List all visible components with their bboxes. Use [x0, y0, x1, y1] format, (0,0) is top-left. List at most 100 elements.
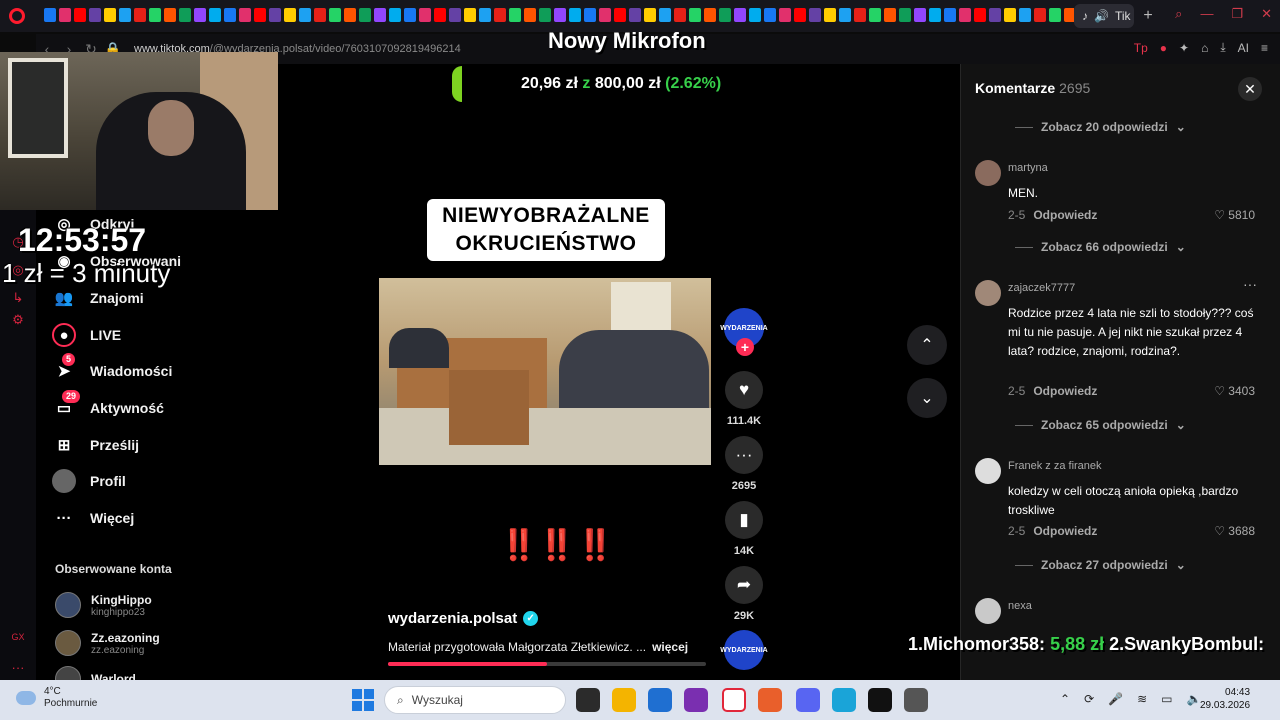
tab-favicon-icon[interactable]: [1049, 8, 1061, 22]
comment-user[interactable]: Franek z za firanek: [1008, 460, 1102, 472]
tab-favicon-icon[interactable]: [59, 8, 71, 22]
tab-favicon-icon[interactable]: [734, 8, 746, 22]
comment-action[interactable]: ··· 2695: [724, 436, 764, 492]
nav-more[interactable]: ··· Więcej: [52, 503, 135, 533]
tab-favicon-icon[interactable]: [1034, 8, 1046, 22]
comment-likes[interactable]: ♡ 3688: [1214, 524, 1255, 538]
save-action[interactable]: ▮ 14K: [724, 501, 764, 557]
tab-favicon-icon[interactable]: [584, 8, 596, 22]
file-explorer-icon[interactable]: [612, 688, 636, 712]
previous-video-button[interactable]: ⌃: [907, 325, 947, 365]
tab-favicon-icon[interactable]: [764, 8, 776, 22]
tab-favicon-icon[interactable]: [329, 8, 341, 22]
share-icon[interactable]: ➦: [725, 566, 763, 604]
tab-favicon-icon[interactable]: [434, 8, 446, 22]
wifi-icon[interactable]: ≋: [1137, 692, 1147, 706]
windows-start-icon[interactable]: [352, 689, 374, 711]
puzzle-icon[interactable]: ✦: [1179, 41, 1189, 55]
more-link[interactable]: więcej: [652, 640, 688, 654]
view-replies-button[interactable]: Zobacz 65 odpowiedzi ⌄: [1015, 418, 1186, 432]
tab-favicon-icon[interactable]: [479, 8, 491, 22]
tab-favicon-icon[interactable]: [239, 8, 251, 22]
rail-more-icon[interactable]: ···: [10, 660, 26, 676]
tab-favicon-icon[interactable]: [884, 8, 896, 22]
sync-icon[interactable]: ⟳: [1084, 692, 1094, 706]
new-tab-button[interactable]: +: [1138, 6, 1158, 26]
app-icon[interactable]: [868, 688, 892, 712]
comment-likes[interactable]: ♡ 5810: [1214, 208, 1255, 222]
app-icon[interactable]: [758, 688, 782, 712]
tab-favicon-icon[interactable]: [824, 8, 836, 22]
tab-favicon-icon[interactable]: [974, 8, 986, 22]
tab-favicon-icon[interactable]: [269, 8, 281, 22]
view-replies-button[interactable]: Zobacz 20 odpowiedzi ⌄: [1015, 120, 1186, 134]
tab-favicon-icon[interactable]: [524, 8, 536, 22]
tab-favicon-icon[interactable]: [704, 8, 716, 22]
video-progress-bar[interactable]: [388, 662, 706, 666]
tab-favicon-icon[interactable]: [929, 8, 941, 22]
tab-favicon-icon[interactable]: [719, 8, 731, 22]
tab-favicon-icon[interactable]: [389, 8, 401, 22]
tab-favicon-icon[interactable]: [464, 8, 476, 22]
tab-favicon-icon[interactable]: [869, 8, 881, 22]
bookmark-icon[interactable]: ▮: [725, 501, 763, 539]
download-icon[interactable]: ⤓: [1220, 40, 1225, 55]
sound-avatar-button[interactable]: WYDARZENIA: [720, 630, 768, 670]
share-action[interactable]: ➦ 29K: [724, 566, 764, 622]
like-action[interactable]: ♥ 111.4K: [724, 371, 764, 427]
tab-favicon-icon[interactable]: [89, 8, 101, 22]
tab-favicon-icon[interactable]: [134, 8, 146, 22]
discord-icon[interactable]: [796, 688, 820, 712]
nav-activity[interactable]: ▭ 29 Aktywność: [52, 390, 164, 423]
adblock-icon[interactable]: ●: [1160, 41, 1167, 55]
close-comments-button[interactable]: ✕: [1238, 77, 1262, 101]
tab-favicon-icon[interactable]: [839, 8, 851, 22]
tab-favicon-icon[interactable]: [659, 8, 671, 22]
settings-icon[interactable]: ⚙: [10, 312, 26, 328]
tab-favicon-icon[interactable]: [419, 8, 431, 22]
arrow-icon[interactable]: ↳: [10, 290, 26, 306]
tab-favicon-icon[interactable]: [314, 8, 326, 22]
taskbar-search[interactable]: ⌕ Wyszukaj: [384, 686, 566, 714]
tab-favicon-icon[interactable]: [164, 8, 176, 22]
nav-profile[interactable]: Profil: [52, 466, 126, 496]
tab-favicon-icon[interactable]: [914, 8, 926, 22]
tab-favicon-icon[interactable]: [809, 8, 821, 22]
tab-favicon-icon[interactable]: [74, 8, 86, 22]
nav-upload[interactable]: ⊞ Prześlij: [52, 430, 139, 460]
menu-icon[interactable]: ≡: [1261, 41, 1268, 55]
reply-button[interactable]: Odpowiedz: [1033, 524, 1097, 538]
tab-favicon-icon[interactable]: [1019, 8, 1031, 22]
weather-widget[interactable]: 4°C Pochmurnie: [16, 686, 97, 710]
tab-favicon-icon[interactable]: [554, 8, 566, 22]
tab-favicon-icon[interactable]: [494, 8, 506, 22]
opera-gx-icon[interactable]: [722, 688, 746, 712]
avatar[interactable]: [975, 458, 1001, 484]
comment-likes[interactable]: ♡ 3403: [1214, 384, 1255, 398]
nav-live[interactable]: ● LIVE: [52, 320, 121, 350]
tab-favicon-icon[interactable]: [374, 8, 386, 22]
battery-icon[interactable]: ▭: [1161, 692, 1172, 706]
tab-favicon-icon[interactable]: [959, 8, 971, 22]
tab-favicon-icon[interactable]: [539, 8, 551, 22]
tab-favicon-icon[interactable]: [344, 8, 356, 22]
mic-icon[interactable]: 🎤: [1108, 692, 1123, 706]
tab-favicon-icon[interactable]: [779, 8, 791, 22]
reply-button[interactable]: Odpowiedz: [1033, 384, 1097, 398]
tab-favicon-icon[interactable]: [599, 8, 611, 22]
tab-favicon-icon[interactable]: [944, 8, 956, 22]
avatar[interactable]: [975, 598, 1001, 624]
video-author[interactable]: wydarzenia.polsat ✓: [388, 610, 539, 627]
heart-icon[interactable]: ♥: [725, 371, 763, 409]
gx-icon[interactable]: GX: [10, 632, 26, 648]
tab-favicon-icon[interactable]: [749, 8, 761, 22]
more-options-icon[interactable]: ···: [1243, 276, 1257, 292]
tab-favicon-icon[interactable]: [179, 8, 191, 22]
tab-favicon-icon[interactable]: [794, 8, 806, 22]
maximize-button[interactable]: ❐: [1231, 6, 1243, 22]
tab-favicon-icon[interactable]: [569, 8, 581, 22]
tab-favicon-icon[interactable]: [119, 8, 131, 22]
edge-icon[interactable]: [832, 688, 856, 712]
tab-favicon-icon[interactable]: [284, 8, 296, 22]
app-icon[interactable]: [684, 688, 708, 712]
